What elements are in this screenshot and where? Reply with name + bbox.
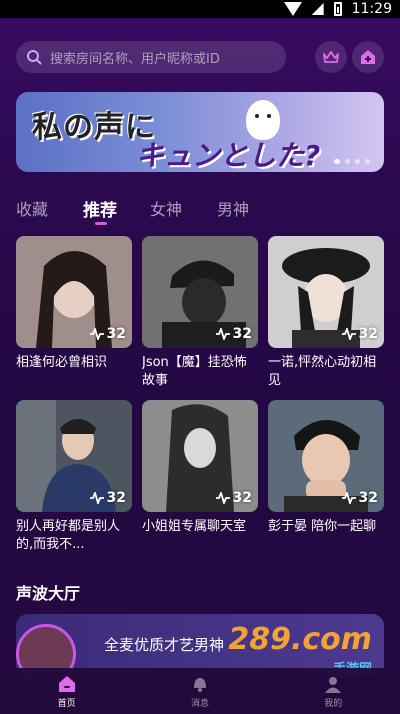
promo-banner[interactable]: 私の声に キュンとした?: [16, 92, 384, 172]
search-input[interactable]: 搜索房间名称、用户昵称或ID: [16, 41, 286, 73]
room-title: 小姐姐专属聊天室: [142, 519, 247, 534]
pulse-icon: [215, 492, 230, 504]
room-card[interactable]: 32 相逢何必曾相识: [16, 236, 132, 400]
banner-pagination: [334, 159, 370, 164]
listener-count: 32: [341, 326, 378, 342]
listener-count-value: 32: [232, 490, 252, 506]
listener-count-value: 32: [106, 326, 126, 342]
room-title: 彭于晏 陪你一起聊: [268, 519, 377, 534]
room-title: 一诺,怦然心动初相见: [268, 355, 377, 388]
battery-icon: [333, 2, 342, 16]
watermark-logo: 289.com: [228, 622, 372, 657]
crown-icon: [323, 51, 339, 63]
room-cover-image: 32: [268, 400, 384, 512]
tab-male-god[interactable]: 男神: [217, 196, 284, 221]
home-add-icon: [361, 50, 375, 64]
listener-count-value: 32: [232, 326, 252, 342]
listener-count-value: 32: [358, 490, 378, 506]
listener-count: 32: [341, 490, 378, 506]
room-card[interactable]: 32 小姐姐专属聊天室: [142, 400, 258, 564]
nav-messages[interactable]: 消息: [160, 674, 240, 709]
pulse-icon: [341, 328, 356, 340]
banner-subtitle: キュンとした?: [136, 139, 321, 172]
pagination-dot: [345, 159, 350, 164]
listener-count: 32: [89, 490, 126, 506]
room-title: 别人再好都是别人的,而我不...: [16, 519, 121, 552]
bottom-navigation: 首页 消息 我的: [0, 668, 400, 714]
category-tabs: 收藏 推荐 女神 男神: [16, 196, 284, 225]
nav-home[interactable]: 首页: [27, 674, 107, 709]
home-icon: [58, 675, 75, 692]
listener-count-value: 32: [106, 490, 126, 506]
nav-profile[interactable]: 我的: [293, 674, 373, 709]
room-cover-image: 32: [268, 236, 384, 348]
listener-count: 32: [215, 490, 252, 506]
section-title: 声波大厅: [16, 584, 81, 603]
pulse-icon: [215, 328, 230, 340]
search-placeholder: 搜索房间名称、用户昵称或ID: [50, 51, 220, 67]
nav-messages-label: 消息: [190, 698, 209, 709]
profile-icon: [325, 676, 342, 693]
room-cover-image: 32: [16, 236, 132, 348]
tab-recommended[interactable]: 推荐: [83, 196, 150, 225]
listener-count-value: 32: [358, 326, 378, 342]
signal-icon: [311, 3, 324, 15]
nav-profile-label: 我的: [324, 698, 343, 709]
room-card[interactable]: 32 Json【魔】挂恐怖故事: [142, 236, 258, 400]
message-icon: [193, 677, 206, 692]
listener-count: 32: [215, 326, 252, 342]
room-cover-image: 32: [142, 400, 258, 512]
room-title: Json【魔】挂恐怖故事: [142, 355, 247, 388]
wifi-icon: [283, 2, 302, 16]
room-title: 相逢何必曾相识: [16, 355, 108, 370]
pagination-dot: [355, 159, 360, 164]
room-card[interactable]: 32 一诺,怦然心动初相见: [268, 236, 384, 400]
nav-home-label: 首页: [57, 698, 76, 709]
search-icon: [27, 50, 42, 65]
room-cover-image: 32: [142, 236, 258, 348]
pulse-icon: [89, 328, 104, 340]
pulse-icon: [341, 492, 356, 504]
top-bar: 搜索房间名称、用户昵称或ID: [16, 40, 384, 74]
create-room-button[interactable]: [352, 41, 384, 73]
tab-goddess[interactable]: 女神: [150, 196, 217, 221]
listener-count: 32: [89, 326, 126, 342]
pagination-dot: [365, 159, 370, 164]
room-card[interactable]: 32 彭于晏 陪你一起聊: [268, 400, 384, 564]
pulse-icon: [89, 492, 104, 504]
room-grid: 32 相逢何必曾相识 32 Json【魔】挂恐怖故事 32 一诺,怦然心动初相见…: [16, 236, 384, 564]
room-card[interactable]: 32 别人再好都是别人的,而我不...: [16, 400, 132, 564]
tab-favorites[interactable]: 收藏: [16, 196, 83, 221]
crown-button[interactable]: [315, 41, 347, 73]
status-bar: 11:29: [0, 0, 400, 18]
pagination-dot: [334, 159, 340, 164]
room-cover-image: 32: [16, 400, 132, 512]
status-time: 11:29: [351, 1, 392, 17]
hall-card-title: 全麦优质才艺男神: [104, 636, 225, 654]
